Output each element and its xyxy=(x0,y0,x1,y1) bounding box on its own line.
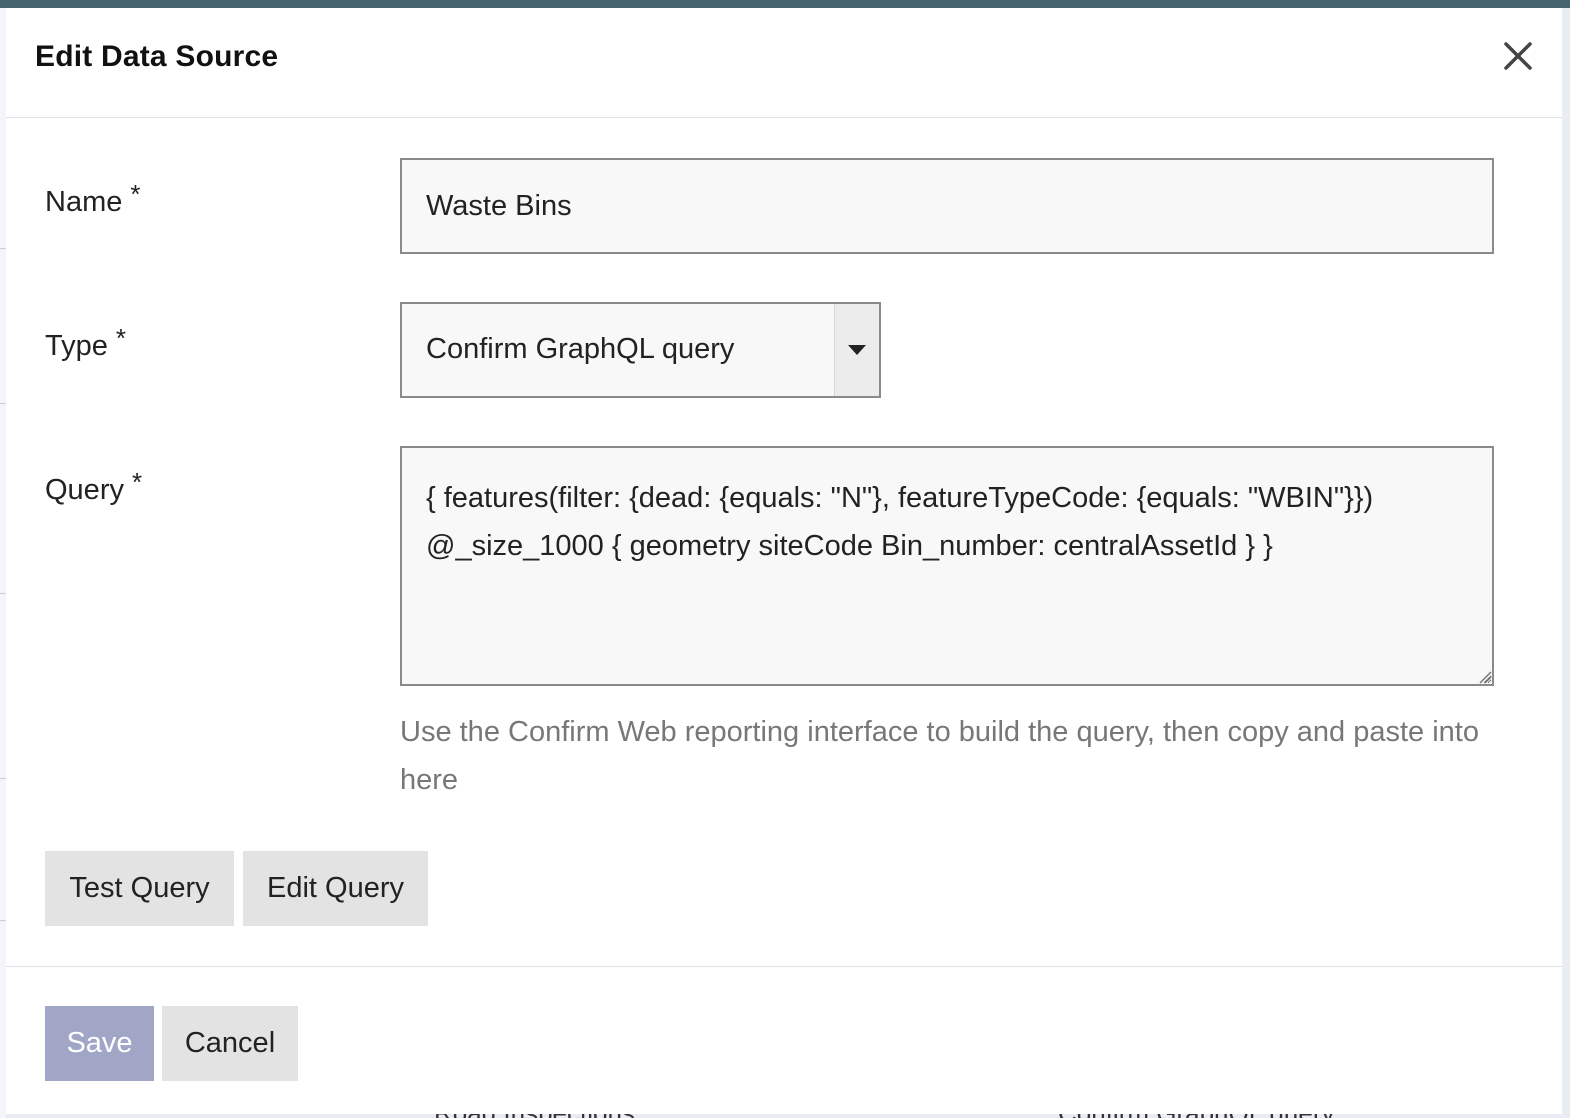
background-topbar xyxy=(0,0,1570,8)
required-marker: * xyxy=(130,179,141,209)
query-textarea[interactable]: { features(filter: {dead: {equals: "N"},… xyxy=(400,446,1494,686)
close-icon xyxy=(1504,42,1532,70)
type-label-text: Type xyxy=(45,330,108,362)
footer-divider xyxy=(6,966,1562,967)
cancel-button[interactable]: Cancel xyxy=(162,1006,298,1081)
name-input[interactable] xyxy=(400,158,1494,254)
required-marker: * xyxy=(131,467,143,497)
type-select[interactable]: Confirm GraphQL query xyxy=(400,302,881,398)
chevron-down-icon xyxy=(848,345,866,355)
query-label-text: Query xyxy=(45,474,124,506)
test-query-button[interactable]: Test Query xyxy=(45,851,234,926)
type-select-value: Confirm GraphQL query xyxy=(426,333,735,365)
name-label: Name * xyxy=(45,179,140,219)
type-label: Type * xyxy=(45,323,126,363)
close-button[interactable] xyxy=(1498,36,1538,76)
dialog-title: Edit Data Source xyxy=(35,40,279,73)
dialog-header: Edit Data Source xyxy=(6,8,1562,118)
query-help-text: Use the Confirm Web reporting interface … xyxy=(400,716,1479,796)
save-button[interactable]: Save xyxy=(45,1006,154,1081)
required-marker: * xyxy=(115,323,126,353)
edit-data-source-dialog: Edit Data Source Name* Type* Confirm Gra… xyxy=(6,8,1562,1114)
name-label-text: Name xyxy=(45,186,123,218)
type-select-toggle[interactable] xyxy=(834,304,879,396)
query-label: Query * xyxy=(45,467,142,507)
edit-query-button[interactable]: Edit Query xyxy=(243,851,428,926)
resize-handle-icon[interactable] xyxy=(1478,670,1492,684)
